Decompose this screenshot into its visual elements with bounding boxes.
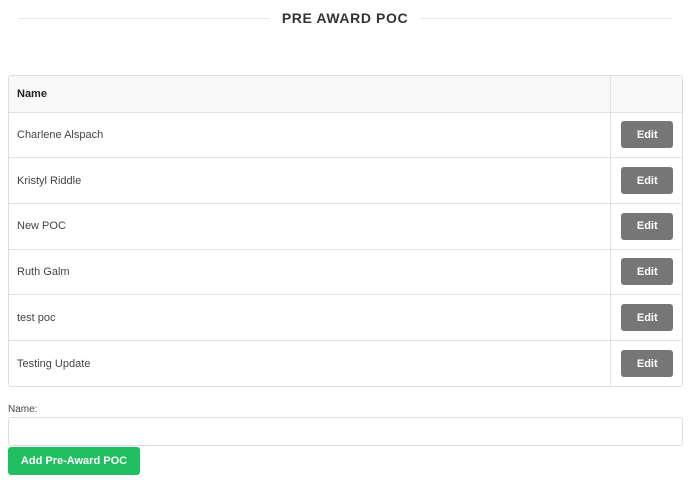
edit-button[interactable]: Edit [621,258,674,286]
edit-button[interactable]: Edit [621,304,674,332]
table-row: Testing Update Edit [9,340,682,387]
row-name: Ruth Galm [9,249,610,296]
edit-button[interactable]: Edit [621,121,674,149]
table-header-row: Name [9,76,682,113]
section-title: PRE AWARD POC [281,10,409,26]
page: PRE AWARD POC Name Charlene Alspach Edit… [0,0,700,480]
header-rule-right [420,17,673,19]
table-row: test poc Edit [9,294,682,341]
table-row: Kristyl Riddle Edit [9,157,682,204]
header-rule-left [18,17,270,19]
name-label: Name: [8,404,38,415]
column-header-name: Name [9,76,610,113]
column-header-actions [609,76,682,113]
table-row: Charlene Alspach Edit [9,112,682,159]
row-name: New POC [9,203,610,250]
row-name: Kristyl Riddle [9,157,610,204]
row-name: test poc [9,294,610,341]
table-row: Ruth Galm Edit [9,249,682,296]
table-row: New POC Edit [9,203,682,250]
row-name: Testing Update [17,357,91,370]
poc-table: Name Charlene Alspach Edit Kristyl Riddl… [8,75,683,388]
edit-button[interactable]: Edit [621,212,674,240]
row-name: Charlene Alspach [9,112,610,159]
edit-button[interactable]: Edit [621,167,674,195]
add-pre-award-poc-button[interactable]: Add Pre-Award POC [8,447,140,475]
edit-button[interactable]: Edit [621,350,674,378]
name-input[interactable] [8,417,683,446]
section-header: PRE AWARD POC [18,8,673,28]
